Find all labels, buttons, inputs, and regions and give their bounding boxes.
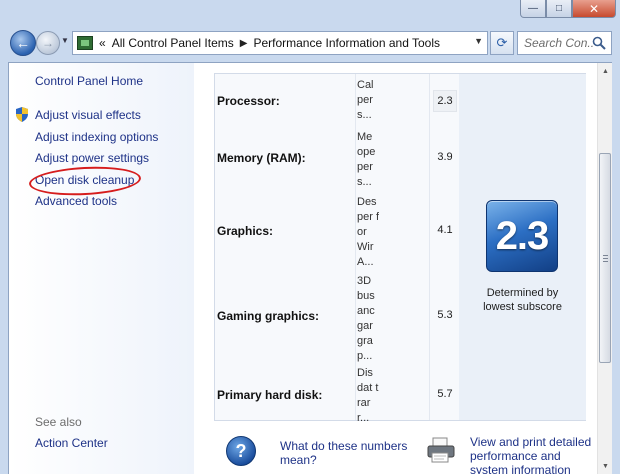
base-score-panel: 2.3 Determined by lowest subscore	[459, 74, 586, 420]
advanced-tools-link[interactable]: Advanced tools	[35, 194, 117, 208]
ratings-table: Processor: Calper s... 2.3 Memory (RAM):…	[214, 73, 586, 424]
help-icon: ?	[226, 436, 256, 466]
address-bar[interactable]: « All Control Panel Items ▶ Performance …	[72, 31, 488, 55]
search-box[interactable]	[517, 31, 612, 55]
minimize-button[interactable]: —	[520, 0, 546, 18]
action-center-link[interactable]: Action Center	[35, 436, 108, 450]
vertical-scrollbar[interactable]: ▲ ▼	[597, 63, 612, 474]
address-dropdown-icon[interactable]: ▼	[474, 36, 483, 46]
column-divider	[355, 74, 356, 420]
breadcrumb-item-performance[interactable]: Performance Information and Tools	[253, 36, 440, 50]
open-disk-cleanup-link[interactable]: Open disk cleanup	[35, 173, 134, 187]
task-pane: Control Panel Home Adjust visual effects…	[9, 63, 194, 474]
adjust-power-settings-link[interactable]: Adjust power settings	[35, 151, 149, 165]
base-score-caption-line: lowest subscore	[483, 301, 562, 313]
content-area: Control Panel Home Adjust visual effects…	[8, 62, 612, 474]
navigation-bar: ← → ▼ « All Control Panel Items ▶ Perfor…	[0, 26, 620, 60]
base-score-value: 2.3	[495, 213, 550, 258]
see-also-heading: See also	[35, 415, 82, 429]
base-score-caption: Determined by lowest subscore	[459, 286, 586, 314]
base-score-badge: 2.3	[486, 200, 558, 272]
component-label: Memory (RAM):	[217, 151, 306, 165]
search-icon[interactable]	[592, 36, 606, 50]
rates-description: Dis dat trar r...	[357, 367, 379, 424]
subscore-value: 3.9	[437, 151, 453, 163]
rates-description: Me ope per s...	[357, 131, 376, 188]
search-input[interactable]	[524, 36, 594, 50]
shield-icon	[16, 107, 28, 122]
breadcrumb-separator-icon[interactable]: ▶	[240, 38, 248, 49]
control-panel-home-link[interactable]: Control Panel Home	[35, 74, 143, 88]
what-do-these-numbers-mean-link[interactable]: What do these numbers mean?	[280, 439, 410, 467]
refresh-button[interactable]: ⟳	[490, 31, 514, 55]
printer-icon	[427, 437, 455, 463]
scroll-down-icon[interactable]: ▼	[598, 458, 613, 474]
subscore-value: 5.7	[437, 388, 453, 400]
help-links: ? What do these numbers mean? View and p…	[214, 427, 591, 474]
close-button[interactable]: ✕	[572, 0, 616, 18]
component-label: Gaming graphics:	[217, 309, 320, 323]
back-arrow-icon: ←	[16, 35, 30, 51]
rates-description: 3D bus anc gar gra p...	[357, 275, 375, 362]
title-bar-controls: — □ ✕	[520, 0, 616, 18]
component-label: Graphics:	[217, 224, 274, 238]
window-frame: — □ ✕ ← → ▼ « All Control Panel Items ▶ …	[0, 0, 620, 474]
breadcrumb-item-all-control-panel-items[interactable]: All Control Panel Items	[112, 36, 234, 50]
adjust-visual-effects-link[interactable]: Adjust visual effects	[35, 108, 141, 122]
base-score-caption-line: Determined by	[486, 287, 559, 299]
recent-pages-dropdown-icon[interactable]: ▼	[61, 36, 69, 45]
grip-icon	[602, 254, 608, 262]
scrollbar-thumb[interactable]	[599, 153, 611, 363]
back-button[interactable]: ←	[10, 30, 36, 56]
view-and-print-details-link[interactable]: View and print detailed performance and …	[470, 435, 600, 474]
rates-description: Des per for Wir A...	[357, 196, 379, 268]
component-label: Primary hard disk:	[217, 388, 323, 402]
subscore-value: 4.1	[437, 224, 453, 236]
subscore-value: 5.3	[437, 309, 453, 321]
scroll-up-icon[interactable]: ▲	[598, 63, 613, 79]
control-panel-icon	[77, 36, 93, 50]
adjust-indexing-options-link[interactable]: Adjust indexing options	[35, 130, 158, 144]
subscore-value: 2.3	[433, 90, 457, 112]
refresh-icon: ⟳	[496, 35, 508, 50]
main-panel: Processor: Calper s... 2.3 Memory (RAM):…	[194, 63, 597, 474]
forward-arrow-icon: →	[42, 36, 54, 50]
maximize-button[interactable]: □	[546, 0, 572, 18]
forward-button[interactable]: →	[36, 31, 60, 55]
column-divider	[429, 74, 430, 420]
component-label: Processor:	[217, 94, 280, 108]
rates-description: Calper s...	[357, 79, 374, 121]
breadcrumb-overflow[interactable]: «	[99, 36, 106, 50]
